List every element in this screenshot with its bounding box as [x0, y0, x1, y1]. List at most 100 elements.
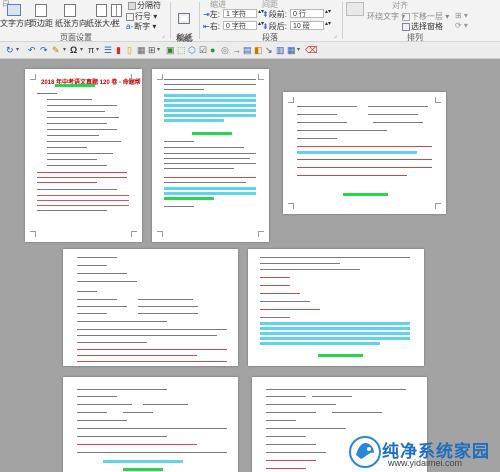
- spacing-before-input[interactable]: 0 行: [290, 9, 324, 18]
- spacing-after-label: ⇟段后:: [262, 22, 287, 31]
- dialog-launcher-icon[interactable]: ⌟: [162, 32, 165, 39]
- indent-left-icon: ⇥: [203, 10, 210, 19]
- watermark-url: www.yidaimei.com: [388, 458, 463, 468]
- wrap-text-label: 环绕文字: [367, 12, 399, 21]
- align-button[interactable]: 对齐: [392, 0, 408, 11]
- spacing-before-label: ⇞段前:: [262, 10, 287, 19]
- selection-pane-icon: [402, 22, 410, 31]
- indent-right-input[interactable]: 0 字符: [223, 21, 257, 30]
- cyan-highlight: [164, 94, 256, 97]
- send-backward-label: 下移一层: [411, 12, 443, 21]
- wrap-text-button[interactable]: 环绕文字 ▾: [367, 11, 405, 22]
- spacing-after-icon: ⇟: [262, 22, 269, 31]
- chevron-down-icon: ▾: [443, 12, 450, 21]
- page-5[interactable]: [248, 249, 424, 366]
- format-painter-icon[interactable]: ✎: [52, 45, 60, 55]
- green-highlight: [318, 354, 363, 357]
- page-3[interactable]: [283, 92, 446, 214]
- divider: [170, 2, 171, 39]
- margins-label: 页边距: [29, 19, 53, 28]
- chevron-down-icon[interactable]: ▾: [297, 45, 300, 55]
- undo-icon[interactable]: ↶: [28, 45, 36, 55]
- picture-icon[interactable]: ⬚: [177, 45, 186, 55]
- text-direction-label: 文字方向: [0, 19, 32, 28]
- grid-icon[interactable]: ⊞: [148, 45, 156, 55]
- table-icon[interactable]: ▦: [137, 45, 146, 55]
- document-area[interactable]: 2018 年中考语文真题 120 卷 - 命题帮: [0, 59, 500, 472]
- hexagon-icon[interactable]: ⬡: [188, 45, 196, 55]
- green-highlight: [192, 132, 232, 135]
- font-color-icon[interactable]: ▮: [116, 45, 121, 55]
- divider: [342, 2, 343, 39]
- page-6[interactable]: [63, 377, 238, 472]
- dot-icon[interactable]: ◎: [221, 45, 229, 55]
- breaks-button[interactable]: 分隔符: [128, 0, 161, 11]
- selection-pane-button[interactable]: 选择窗格: [402, 21, 443, 32]
- chevron-down-icon[interactable]: ▾: [16, 45, 19, 55]
- text-direction-icon: [7, 4, 21, 16]
- spin-icon[interactable]: ▴▾: [325, 20, 331, 27]
- chevron-down-icon[interactable]: ▾: [80, 45, 83, 55]
- indent-left-input[interactable]: 1 字符: [223, 9, 257, 18]
- align-label: 对齐: [392, 1, 408, 10]
- circle-icon[interactable]: ●: [210, 45, 215, 55]
- spacing-before-icon: ⇞: [262, 10, 269, 19]
- pi-icon[interactable]: π: [88, 45, 94, 55]
- redo-icon[interactable]: ↷: [40, 45, 48, 55]
- dialog-launcher-icon[interactable]: ⌟: [334, 32, 337, 39]
- green-highlight: [55, 84, 95, 87]
- page-4[interactable]: [63, 249, 238, 366]
- orientation-button[interactable]: 纸张方向: [55, 4, 87, 29]
- columns-icon: [110, 4, 122, 17]
- margins-button[interactable]: 页边距: [28, 4, 54, 29]
- spin-icon[interactable]: ▴▾: [325, 8, 331, 15]
- rotate-icon[interactable]: ⟳ ▾: [455, 21, 468, 30]
- hyphenation-icon: a-: [126, 22, 134, 32]
- send-backward-icon: [402, 12, 410, 21]
- quick-access-toolbar: ↻ ▾ ↶ ↷ ✎ ▾ Ω ▾ π ▾ ☰ ▮ ▯ ▦ ⊞ ▾ ▣ ⬚ ⬡ ☑ …: [0, 42, 500, 59]
- table2-icon[interactable]: ▦: [287, 45, 296, 55]
- breaks-icon: [128, 1, 136, 10]
- indent-right-icon: ⇤: [203, 22, 210, 31]
- text-direction-button[interactable]: 文字方向: [0, 4, 32, 29]
- orientation-icon: [64, 4, 76, 17]
- indent-icon[interactable]: ☰: [104, 45, 112, 55]
- line-numbers-label: 行号: [135, 12, 151, 21]
- hyphenation-button[interactable]: a-断字 ▾: [126, 21, 156, 32]
- draft-icon: [178, 13, 190, 24]
- watermark: 纯净系统家园 www.yidaimei.com: [348, 435, 498, 471]
- columns-button[interactable]: 栏: [110, 4, 122, 29]
- chevron-down-icon[interactable]: ▾: [96, 45, 99, 55]
- box2-icon[interactable]: ▤: [243, 45, 252, 55]
- eraser-icon[interactable]: ⌫: [305, 45, 318, 55]
- indent-right-label: ⇤右:: [203, 22, 220, 31]
- hyphenation-label: 断字: [134, 22, 151, 31]
- position-icon[interactable]: [346, 2, 364, 16]
- size-icon: [95, 4, 107, 17]
- omega-icon[interactable]: Ω: [70, 45, 77, 55]
- cyan-highlight: [260, 322, 410, 325]
- page-2[interactable]: [152, 69, 269, 242]
- selection-pane-label: 选择窗格: [411, 22, 443, 31]
- divider: [199, 2, 200, 39]
- arrow-icon[interactable]: →: [232, 45, 241, 55]
- breaks-label: 分隔符: [137, 1, 161, 10]
- ribbon: 白 分隔符 缩进 间距 对齐 文字方向 页边距 纸张方向 纸张大小 栏 行号 ▾…: [0, 0, 500, 52]
- watermark-logo-icon: [349, 436, 381, 468]
- shape-icon[interactable]: ▣: [166, 45, 175, 55]
- orientation-label: 纸张方向: [55, 19, 87, 28]
- group-icon[interactable]: ⊞ ▾: [455, 11, 468, 20]
- chevron-down-icon[interactable]: ▾: [157, 45, 160, 55]
- columns-label: 栏: [112, 19, 120, 28]
- page-1[interactable]: 2018 年中考语文真题 120 卷 - 命题帮: [25, 69, 142, 242]
- chevron-down-icon[interactable]: ▾: [63, 45, 66, 55]
- checkbox-icon[interactable]: ☑: [199, 45, 207, 55]
- spacing-after-input[interactable]: 10 磅: [290, 21, 324, 30]
- indent-left-label: ⇥左:: [203, 10, 220, 19]
- margins-icon: [35, 4, 47, 17]
- box-icon[interactable]: ▯: [127, 45, 132, 55]
- cube-icon[interactable]: ◧: [254, 45, 263, 55]
- arrow2-icon[interactable]: ↘: [265, 45, 273, 55]
- rotate-icon[interactable]: ↻: [6, 45, 14, 55]
- box3-icon[interactable]: ▥: [276, 45, 285, 55]
